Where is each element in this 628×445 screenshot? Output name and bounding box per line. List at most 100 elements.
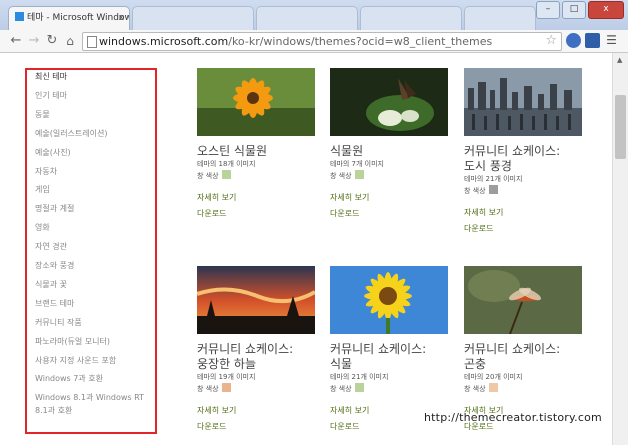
theme-title[interactable]: 오스틴 식물원: [197, 144, 319, 159]
color-swatch: [488, 383, 498, 392]
extension-icon-2[interactable]: [585, 33, 600, 48]
details-link[interactable]: 자세히 보기: [330, 192, 452, 204]
theme-title[interactable]: 커뮤니티 쇼케이스:: [464, 342, 586, 357]
browser-window: 테마 - Microsoft Window x – □ x ← → ↻ ⌂ wi…: [0, 0, 628, 445]
theme-image-count: 테마의 20개 이미지: [464, 373, 523, 381]
bookmark-star-icon[interactable]: ☆: [545, 33, 557, 49]
theme-card: 커뮤니티 쇼케이스: 도시 풍경 테마의 21개 이미지 창 색상 자세히 보기…: [464, 68, 586, 235]
tab-title: 테마 - Microsoft Window: [27, 13, 130, 23]
theme-image-count: 테마의 19개 이미지: [197, 373, 256, 381]
window-color-row: 창 색상: [464, 383, 586, 395]
theme-card: 커뮤니티 쇼케이스: 곤충 테마의 20개 이미지 창 색상 자세히 보기 다운…: [464, 266, 586, 433]
theme-thumbnail[interactable]: [330, 68, 448, 136]
theme-card: 식물원 테마의 7개 이미지 창 색상 자세히 보기 다운로드: [330, 68, 452, 220]
tab-background-1[interactable]: [132, 6, 254, 31]
details-link[interactable]: 자세히 보기: [464, 207, 586, 219]
theme-image-count: 테마의 21개 이미지: [464, 175, 523, 183]
sidebar-item[interactable]: Windows 8.1과 Windows RT: [35, 392, 144, 403]
url-path: /ko-kr/windows/themes?ocid=w8_client_the…: [228, 35, 493, 48]
theme-image-count: 테마의 7개 이미지: [330, 160, 384, 168]
window-color-label: 창 색상: [464, 385, 486, 393]
theme-thumbnail[interactable]: [330, 266, 448, 334]
theme-card: 오스틴 식물원 테마의 18개 이미지 창 색상 자세히 보기 다운로드: [197, 68, 319, 220]
color-swatch: [221, 170, 231, 179]
theme-card: 커뮤니티 쇼케이스: 식물 테마의 21개 이미지 창 색상 자세히 보기 다운…: [330, 266, 452, 433]
sidebar-item[interactable]: 커뮤니티 작품: [35, 317, 82, 328]
scrollbar-thumb[interactable]: [615, 95, 626, 159]
window-color-label: 창 색상: [330, 172, 352, 180]
tab-close-icon[interactable]: x: [119, 7, 124, 29]
theme-thumbnail[interactable]: [464, 266, 582, 334]
color-swatch: [354, 383, 364, 392]
sidebar-item[interactable]: 자동차: [35, 166, 57, 177]
page-content: 최신 테마인기 테마동물예술(일러스트레이션) 예술(사진) 자동차게임명절과 계절…: [0, 53, 612, 445]
theme-thumbnail[interactable]: [197, 266, 315, 334]
color-swatch: [221, 383, 231, 392]
back-arrow-icon[interactable]: ←: [8, 33, 24, 49]
tab-background-4[interactable]: [464, 6, 536, 31]
sidebar-item[interactable]: 예술(사진): [35, 147, 71, 158]
theme-title[interactable]: 커뮤니티 쇼케이스:: [197, 342, 319, 357]
tab-background-2[interactable]: [256, 6, 358, 31]
sidebar-item[interactable]: 명절과 계절: [35, 203, 74, 214]
browser-toolbar: ← → ↻ ⌂ windows.microsoft.com/ko-kr/wind…: [0, 30, 628, 53]
window-color-row: 창 색상: [330, 170, 452, 182]
maximize-button[interactable]: □: [562, 1, 586, 19]
theme-title-line2[interactable]: 곤충: [464, 357, 586, 372]
minimize-button[interactable]: –: [536, 1, 560, 19]
theme-title-line2[interactable]: 도시 풍경: [464, 159, 586, 174]
window-color-row: 창 색상: [197, 383, 319, 395]
home-icon[interactable]: ⌂: [62, 33, 78, 49]
details-link[interactable]: 자세히 보기: [197, 192, 319, 204]
windows-logo-icon: [15, 12, 24, 21]
color-swatch: [354, 170, 364, 179]
sidebar-item[interactable]: 예술(일러스트레이션): [35, 128, 107, 139]
sidebar-item[interactable]: 자연 경관: [35, 241, 67, 252]
window-color-row: 창 색상: [330, 383, 452, 395]
sidebar-item[interactable]: 최신 테마: [35, 71, 67, 82]
tab-active[interactable]: 테마 - Microsoft Window x: [8, 6, 130, 31]
forward-arrow-icon[interactable]: →: [26, 33, 42, 49]
window-color-label: 창 색상: [197, 385, 219, 393]
page-icon: [87, 36, 97, 48]
url-text: windows.microsoft.com/ko-kr/windows/them…: [99, 34, 492, 49]
title-bar: 테마 - Microsoft Window x – □ x: [0, 0, 628, 31]
sidebar-item[interactable]: 사용자 지정 사운드 포함: [35, 355, 116, 366]
theme-title[interactable]: 커뮤니티 쇼케이스:: [330, 342, 452, 357]
sidebar-item[interactable]: 브랜드 테마: [35, 298, 74, 309]
sidebar-item[interactable]: 장소와 풍경: [35, 260, 74, 271]
sidebar-item[interactable]: 동물: [35, 109, 50, 120]
sidebar-item[interactable]: 인기 테마: [35, 90, 67, 101]
menu-icon[interactable]: ☰: [604, 33, 619, 48]
url-host: windows.microsoft.com: [99, 35, 229, 48]
sidebar-item[interactable]: 식물과 꽃: [35, 279, 67, 290]
theme-title-line2[interactable]: 웅장한 하늘: [197, 357, 319, 372]
theme-title[interactable]: 식물원: [330, 144, 452, 159]
color-swatch: [488, 185, 498, 194]
address-bar[interactable]: windows.microsoft.com/ko-kr/windows/them…: [82, 32, 562, 51]
window-close-button[interactable]: x: [588, 1, 624, 19]
theme-thumbnail[interactable]: [464, 68, 582, 136]
scroll-up-arrow-icon[interactable]: ▲: [617, 56, 622, 64]
sidebar-item[interactable]: 게임: [35, 184, 50, 195]
extension-icon[interactable]: [566, 33, 581, 48]
window-color-label: 창 색상: [330, 385, 352, 393]
theme-title-line2[interactable]: 식물: [330, 357, 452, 372]
download-link[interactable]: 다운로드: [330, 208, 452, 220]
sidebar-item[interactable]: Windows 7과 호환: [35, 373, 103, 384]
window-color-row: 창 색상: [197, 170, 319, 182]
theme-image-count: 테마의 21개 이미지: [330, 373, 389, 381]
sidebar-item[interactable]: 파노라마(듀얼 모니터): [35, 336, 110, 347]
vertical-scrollbar[interactable]: ▲: [612, 53, 628, 445]
details-link[interactable]: 자세히 보기: [197, 405, 319, 417]
theme-thumbnail[interactable]: [197, 68, 315, 136]
download-link[interactable]: 다운로드: [464, 223, 586, 235]
sidebar-item[interactable]: 8.1과 호환: [35, 405, 72, 416]
download-link[interactable]: 다운로드: [197, 421, 319, 433]
window-color-row: 창 색상: [464, 185, 586, 197]
download-link[interactable]: 다운로드: [197, 208, 319, 220]
reload-icon[interactable]: ↻: [44, 33, 60, 49]
tab-background-3[interactable]: [360, 6, 462, 31]
sidebar-item[interactable]: 영화: [35, 222, 50, 233]
theme-title[interactable]: 커뮤니티 쇼케이스:: [464, 144, 586, 159]
